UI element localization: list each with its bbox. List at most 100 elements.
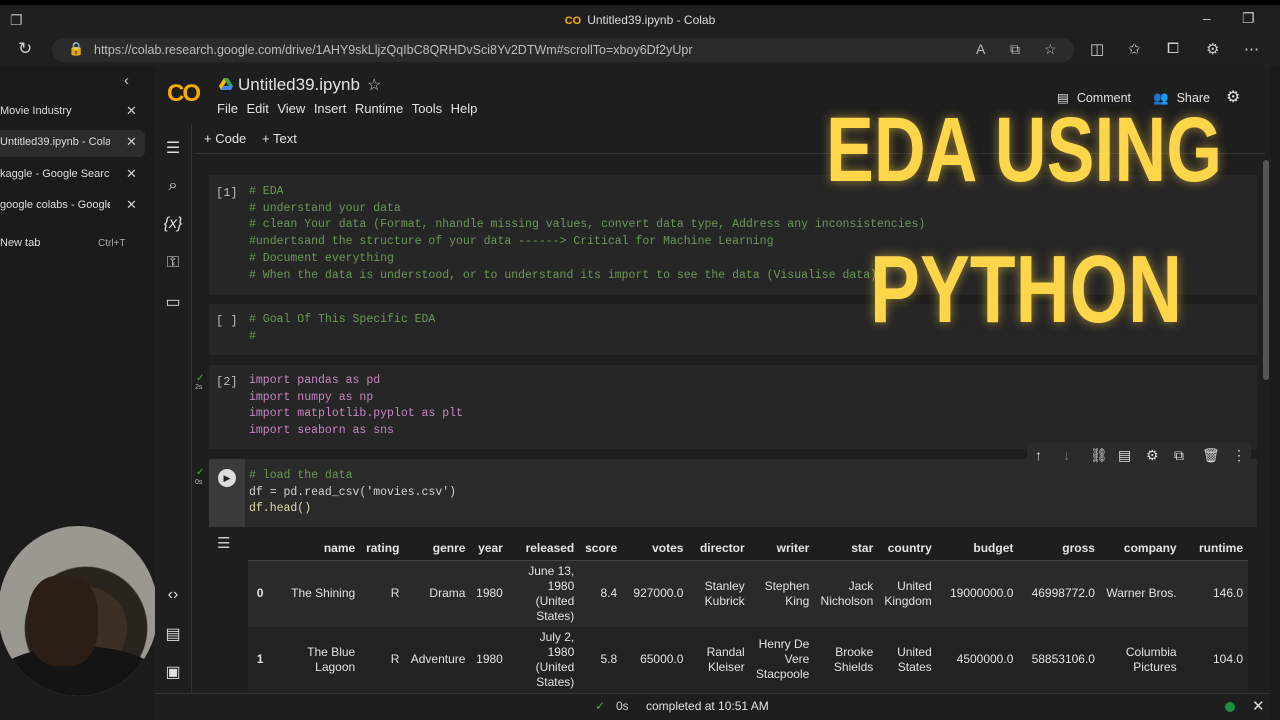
close-icon[interactable]: ✕ (126, 134, 137, 150)
star-icon[interactable]: ☆ (367, 75, 381, 95)
column-header: country (878, 536, 937, 561)
secrets-key-icon[interactable]: ⚿ (163, 254, 183, 272)
tab-movie-industry[interactable]: Movie Industry ✕ (0, 99, 145, 126)
search-icon[interactable]: ⌕ (163, 177, 183, 195)
tab-google-colabs-search[interactable]: google colabs - Google S ✕ (0, 193, 145, 220)
mirror-cell-icon[interactable]: ⧉ (1174, 447, 1184, 464)
table-cell: The Blue Lagoon (307, 644, 356, 674)
split-screen-icon[interactable]: ◫ (1090, 40, 1104, 58)
comment-icon[interactable]: ▤ (1118, 447, 1131, 464)
tab-label[interactable]: Movie Industry (0, 105, 110, 117)
tab-label[interactable]: google colabs - Google S (0, 199, 110, 211)
cell-code[interactable]: # EDA # understand your data # clean Your … (249, 184, 925, 284)
colab-favicon: CO (564, 15, 582, 27)
move-up-icon[interactable]: ↑ (1035, 447, 1042, 463)
table-cell: 4500000.0 (956, 652, 1014, 666)
cell-code[interactable]: # Goal Of This Specific EDA # (249, 312, 435, 345)
code-line: # Goal Of This Specific EDA (249, 313, 436, 326)
app-available-icon[interactable]: ⧉ (1010, 41, 1020, 58)
lock-icon[interactable]: 🔒 (68, 41, 84, 57)
close-icon[interactable]: ✕ (1252, 697, 1265, 715)
new-tab-button[interactable]: New tab (0, 237, 40, 249)
menu-insert[interactable]: Insert (314, 101, 347, 116)
column-header: star (814, 536, 879, 561)
cell-prompt[interactable]: [ ] (216, 314, 238, 328)
extensions-icon[interactable]: ⚙ (1206, 40, 1219, 58)
code-line: # Document everything (249, 251, 394, 265)
collections-icon[interactable]: ⧠ (1167, 40, 1179, 57)
new-tab-shortcut: Ctrl+T (98, 238, 126, 249)
tab-label[interactable]: kaggle - Google Search (0, 168, 110, 180)
address-bar[interactable]: 🔒 https://colab.research.google.com/driv… (52, 38, 1074, 62)
column-header: year (470, 536, 508, 561)
tab-untitled39[interactable]: Untitled39.ipynb - Colab ✕ (0, 130, 145, 157)
status-bar: ✓ 0s completed at 10:51 AM ✕ (155, 693, 1270, 720)
more-icon[interactable]: ⋯ (1244, 40, 1259, 58)
connection-status-icon[interactable] (1225, 702, 1235, 712)
code-line: df = pd.read_csv('movies.csv') (249, 485, 457, 499)
output-actions-icon[interactable]: ☰ (217, 534, 230, 552)
table-cell: Stanley Kubrick (704, 578, 745, 608)
close-icon[interactable]: ✕ (126, 166, 137, 182)
table-cell: United States (897, 644, 932, 674)
code-line: import numpy as np (249, 390, 374, 404)
add-code-button[interactable]: + Code (204, 131, 246, 146)
variables-icon[interactable]: {x} (163, 215, 183, 233)
exec-time: 2s (195, 384, 203, 391)
add-text-button[interactable]: + Text (262, 131, 297, 146)
table-of-contents-icon[interactable]: ☰ (163, 138, 183, 158)
url-text[interactable]: https://colab.research.google.com/drive/… (94, 43, 693, 57)
column-header: company (1099, 536, 1182, 561)
close-icon[interactable]: ✕ (126, 103, 137, 119)
code-line: df.head() (249, 502, 312, 516)
move-down-icon[interactable]: ↓ (1063, 447, 1070, 463)
menu-tools[interactable]: Tools (412, 101, 442, 116)
reload-icon[interactable]: ↻ (18, 39, 32, 59)
more-options-icon[interactable]: ⋮ (1232, 447, 1246, 464)
read-aloud-icon[interactable]: A (976, 41, 985, 57)
favorites-icon[interactable]: ✩ (1128, 40, 1141, 58)
favorite-star-icon[interactable]: ☆ (1044, 41, 1057, 58)
table-cell: 5.8 (600, 652, 618, 666)
collapse-pane-icon[interactable]: ‹ (124, 72, 129, 89)
maximize-icon[interactable]: ❐ (1242, 10, 1255, 27)
code-snippets-icon[interactable]: ‹› (163, 586, 183, 604)
table-row: 1 The Blue Lagoon R Adventure 1980 July 2, 19… (248, 626, 1248, 693)
table-body: 0 The Shining R Drama 1980 June 13, 1980 (Uni… (248, 560, 1248, 693)
minimize-icon[interactable]: – (1203, 10, 1211, 26)
table-cell: Jack Nicholson (820, 578, 874, 608)
close-icon[interactable]: ✕ (126, 197, 137, 213)
menu-help[interactable]: Help (451, 101, 478, 116)
tab-label[interactable]: Untitled39.ipynb - Colab (0, 136, 110, 148)
presenter-face (28, 576, 98, 666)
tab-kaggle-search[interactable]: kaggle - Google Search ✕ (0, 162, 145, 189)
command-palette-icon[interactable]: ▤ (163, 624, 183, 644)
cell-code[interactable]: # load the data df = pd.read_csv('movies.… (249, 468, 456, 518)
column-header: writer (749, 536, 815, 561)
table-cell: 1 (256, 652, 264, 666)
code-line: # EDA (249, 185, 284, 198)
notebook-title[interactable]: Untitled39.ipynb (238, 75, 360, 95)
column-header: gross (1018, 536, 1100, 561)
colab-logo[interactable]: CO (167, 80, 201, 108)
table-cell: 0 (256, 586, 264, 600)
window-title: CO Untitled39.ipynb - Colab (0, 13, 1280, 27)
menu-file[interactable]: File (217, 101, 238, 116)
settings-icon[interactable]: ⚙ (1146, 447, 1159, 464)
code-line: import pandas as pd (249, 374, 381, 387)
column-header (248, 536, 269, 561)
files-folder-icon[interactable]: ▭ (163, 292, 183, 312)
menu-edit[interactable]: Edit (246, 101, 268, 116)
scrollbar[interactable] (1263, 160, 1269, 380)
exec-time: 0s (195, 479, 203, 486)
terminal-icon[interactable]: ▣ (163, 662, 183, 682)
cell-code[interactable]: import pandas as pd import numpy as np imp… (249, 373, 463, 440)
settings-icon[interactable]: ⚙ (1226, 89, 1240, 106)
status-message: completed at 10:51 AM (646, 699, 769, 713)
link-icon[interactable]: ⛓ (1090, 447, 1108, 464)
menu-view[interactable]: View (277, 101, 305, 116)
run-cell-button[interactable]: ▶ (218, 469, 236, 487)
menu-runtime[interactable]: Runtime (355, 101, 403, 116)
delete-icon[interactable]: 🗑 (1202, 447, 1220, 464)
table-cell: Stephen King (764, 578, 810, 608)
